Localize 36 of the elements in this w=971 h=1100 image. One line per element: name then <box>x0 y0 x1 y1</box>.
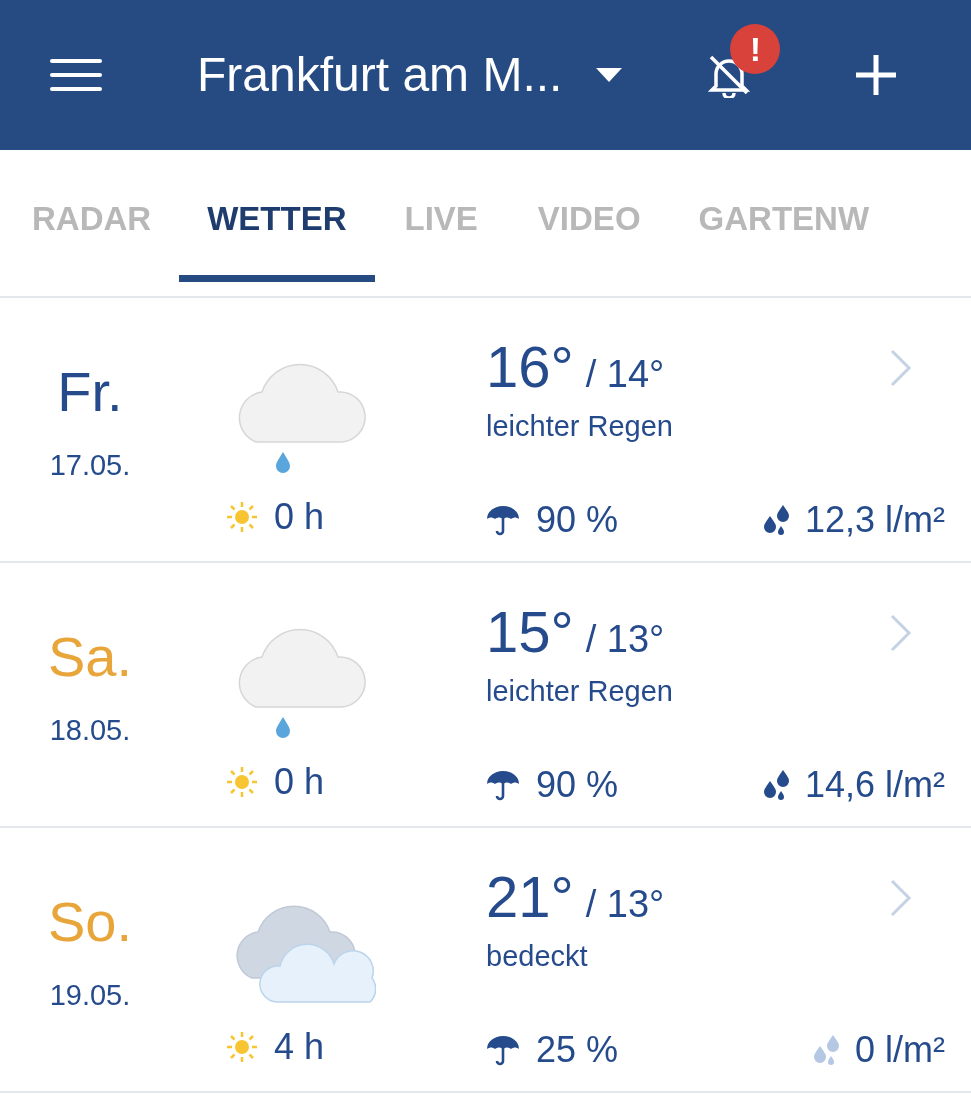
weekday: Fr. <box>57 360 123 424</box>
sunshine-hours: 4 h <box>274 1025 325 1069</box>
condition: leichter Regen <box>486 409 674 444</box>
high-temperature: 21° <box>486 864 574 930</box>
sun-icon <box>226 1031 258 1063</box>
date: 17.05. <box>49 448 131 483</box>
rain-probability: 90 % <box>536 762 619 807</box>
forecast-row[interactable]: Fr. 17.05. 0 h 16° / 14° leichter Regen 90 % 12,3 l/m² <box>0 298 971 563</box>
rain-probability: 90 % <box>536 497 619 542</box>
rain-probability: 25 % <box>536 1027 619 1072</box>
rain-amount: 14,6 l/m² <box>804 762 945 807</box>
tab[interactable]: WETTER <box>179 150 375 282</box>
high-temperature: 16° <box>486 334 574 400</box>
rain-amount: 0 l/m² <box>855 1027 945 1072</box>
add-icon[interactable] <box>856 55 897 95</box>
low-temperature: / 13° <box>585 617 665 662</box>
location-title[interactable]: Frankfurt am M... <box>197 39 563 111</box>
notification-badge: ! <box>730 24 781 74</box>
sun-icon <box>226 501 258 533</box>
forecast-row[interactable]: Sa. 18.05. 0 h 15° / 13° leichter Regen 90 % 14,6 l/m² <box>0 563 971 828</box>
sunshine-hours: 0 h <box>274 760 325 804</box>
condition: bedeckt <box>486 939 589 974</box>
date: 19.05. <box>49 978 131 1013</box>
low-temperature: / 14° <box>585 352 665 397</box>
date: 18.05. <box>49 713 131 748</box>
weekday: So. <box>47 890 133 954</box>
sunshine-hours: 0 h <box>274 495 325 539</box>
weekday: Sa. <box>47 625 133 689</box>
condition: leichter Regen <box>486 674 674 709</box>
sun-icon <box>226 766 258 798</box>
high-temperature: 15° <box>486 599 574 665</box>
low-temperature: / 13° <box>585 882 665 927</box>
forecast-row[interactable]: So. 19.05. 4 h 21° / 13° bedeckt 25 % 0 l/m² <box>0 828 971 1093</box>
menu-icon[interactable] <box>50 57 102 93</box>
rain-amount: 12,3 l/m² <box>804 497 945 542</box>
dropdown-icon[interactable] <box>596 68 623 82</box>
